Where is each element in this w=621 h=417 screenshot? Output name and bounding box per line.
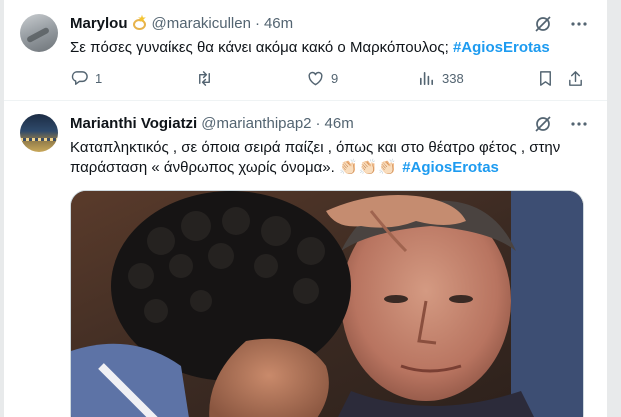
more-dots-icon[interactable]: [569, 114, 589, 134]
retweet-icon: [199, 71, 210, 86]
hashtag-link[interactable]: #AgiosErotas: [402, 159, 499, 176]
display-name[interactable]: Marylou: [70, 15, 128, 32]
views-button[interactable]: 338: [417, 69, 464, 88]
user-handle[interactable]: @marianthipap2: [201, 115, 311, 132]
verified-badge-icon: ★: [132, 14, 148, 32]
tweet-body: Σε πόσες γυναίκες θα κάνει ακόμα κακό ο …: [70, 39, 449, 56]
hashtag-link[interactable]: #AgiosErotas: [453, 39, 550, 56]
tweet-media-image[interactable]: [70, 190, 584, 417]
grok-slash-icon[interactable]: [533, 114, 553, 134]
bookmark-button[interactable]: [536, 69, 561, 88]
tweet-body-line-1: Καταπληκτικός , σε όποια σειρά παίζει , …: [70, 139, 561, 156]
tweet-header: Marylou ★ @marakicullen · 46m: [70, 14, 293, 33]
like-count: 9: [331, 71, 339, 86]
tweet[interactable]: Marylou ★ @marakicullen · 46m Σε πόσες γ…: [4, 0, 607, 101]
avatar[interactable]: [20, 14, 58, 52]
tweet[interactable]: Marianthi Vogiatzi @marianthipap2 · 46m …: [4, 102, 607, 417]
views-bar-icon: [419, 71, 434, 86]
separator-dot: ·: [254, 15, 260, 32]
heart-icon: [308, 71, 323, 86]
bookmark-icon: [540, 71, 551, 86]
grok-slash-icon[interactable]: [533, 14, 553, 34]
timestamp[interactable]: 46m: [264, 15, 293, 32]
user-handle[interactable]: @marakicullen: [152, 15, 251, 32]
tweet-text: Σε πόσες γυναίκες θα κάνει ακόμα κακό ο …: [70, 38, 590, 58]
avatar[interactable]: [20, 114, 58, 152]
view-count: 338: [442, 71, 464, 86]
like-button[interactable]: 9: [306, 69, 338, 88]
timeline: Marylou ★ @marakicullen · 46m Σε πόσες γ…: [4, 0, 607, 417]
display-name[interactable]: Marianthi Vogiatzi: [70, 115, 197, 132]
more-dots-icon[interactable]: [569, 14, 589, 34]
reply-icon: [71, 71, 88, 85]
reply-count: 1: [95, 71, 103, 86]
share-button[interactable]: [566, 69, 591, 88]
reply-button[interactable]: 1: [70, 69, 102, 88]
tweet-body-line-2: παράσταση « άνθρωπος χωρίς όνομα».: [70, 159, 335, 176]
tweet-actions: 1 9 338: [70, 69, 590, 91]
separator-dot: ·: [315, 115, 321, 132]
tweet-text: Καταπληκτικός , σε όποια σειρά παίζει , …: [70, 138, 590, 178]
retweet-button[interactable]: [195, 69, 220, 88]
photo-two-men: [71, 191, 583, 417]
timestamp[interactable]: 46m: [325, 115, 354, 132]
share-icon: [569, 71, 582, 86]
clapping-hands-emoji: 👏🏻👏🏻👏🏻: [338, 159, 399, 176]
tweet-header: Marianthi Vogiatzi @marianthipap2 · 46m: [70, 115, 354, 132]
